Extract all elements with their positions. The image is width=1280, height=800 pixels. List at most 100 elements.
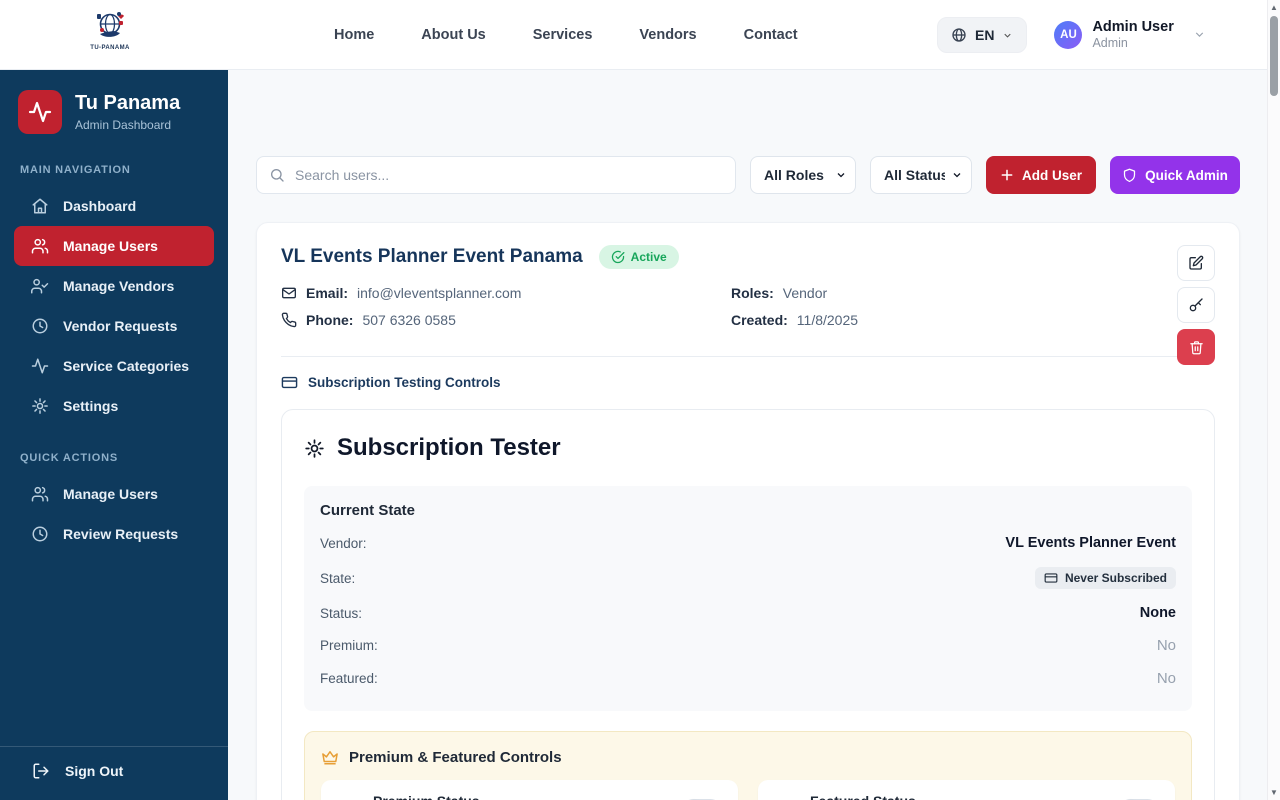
user-card: VL Events Planner Event Panama Active Em…: [256, 222, 1240, 800]
main-navigation-label: MAIN NAVIGATION: [20, 164, 131, 176]
status-badge-label: Active: [630, 250, 667, 264]
user-menu[interactable]: AU Admin User Admin: [1054, 19, 1205, 51]
main-content: All Roles All Status Add User Quick Admi…: [228, 70, 1280, 800]
state-row-state: State: Never Subscribed: [320, 559, 1176, 597]
globe-icon: [952, 28, 966, 42]
sidebar-item-settings[interactable]: Settings: [14, 386, 214, 426]
email-value: info@vleventsplanner.com: [357, 285, 522, 301]
created-label: Created:: [731, 312, 788, 328]
state-row-status: Status: None: [320, 597, 1176, 629]
vertical-scrollbar[interactable]: ▲ ▼: [1267, 0, 1280, 800]
sidebar: Tu Panama Admin Dashboard MAIN NAVIGATIO…: [0, 70, 228, 800]
crown-icon: [322, 751, 338, 765]
premium-featured-panel: Premium & Featured Controls Premium Stat…: [304, 731, 1192, 800]
scrollbar-thumb[interactable]: [1270, 16, 1278, 96]
user-details: Email: info@vleventsplanner.com Roles: V…: [281, 285, 1215, 328]
sidebar-brand: Tu Panama Admin Dashboard: [0, 70, 228, 148]
envelope-icon: [282, 287, 296, 299]
featured-status-card: Featured Status Not featured: [758, 780, 1175, 800]
sidebar-item-vendor-requests[interactable]: Vendor Requests: [14, 306, 214, 346]
scroll-up-arrow-icon[interactable]: ▲: [1268, 3, 1280, 12]
badge-label: Never Subscribed: [1064, 571, 1167, 585]
reset-password-button[interactable]: [1177, 287, 1215, 323]
logout-icon: [33, 763, 49, 779]
user-name: Admin User: [1092, 18, 1174, 35]
add-user-label: Add User: [1021, 167, 1082, 183]
sidebar-item-label: Vendor Requests: [63, 318, 178, 334]
scroll-down-arrow-icon[interactable]: ▼: [1268, 788, 1280, 797]
sidebar-item-review-requests[interactable]: Review Requests: [14, 514, 214, 554]
state-row-premium: Premium: No: [320, 629, 1176, 662]
sidebar-item-service-categories[interactable]: Service Categories: [14, 346, 214, 386]
chevron-down-icon: [1004, 33, 1012, 38]
subscription-section-label: Subscription Testing Controls: [281, 374, 1215, 391]
sign-out-button[interactable]: Sign Out: [20, 762, 208, 780]
sidebar-item-dashboard[interactable]: Dashboard: [14, 186, 214, 226]
created-row: Created: 11/8/2025: [731, 312, 1215, 328]
site-logo[interactable]: TU-PANAMA: [88, 8, 132, 51]
email-row: Email: info@vleventsplanner.com: [281, 285, 731, 301]
user-check-icon: [31, 278, 49, 294]
row-value: None: [1139, 605, 1176, 621]
state-row-featured: Featured: No: [320, 662, 1176, 695]
nav-link-home[interactable]: Home: [334, 27, 374, 43]
roles-select[interactable]: All Roles: [750, 156, 856, 194]
credit-card-icon: [281, 376, 298, 389]
tu-panama-emblem-icon: [97, 12, 124, 37]
user-card-title: VL Events Planner Event Panama: [281, 246, 583, 267]
nav-link-contact[interactable]: Contact: [744, 27, 798, 43]
trash-icon: [1189, 340, 1203, 354]
user-role: Admin: [1092, 36, 1128, 51]
state-row-vendor: Vendor: VL Events Planner Event: [320, 527, 1176, 559]
phone-value: 507 6326 0585: [362, 312, 456, 328]
sidebar-item-label: Manage Users: [63, 238, 158, 254]
delete-user-button[interactable]: [1177, 329, 1215, 365]
row-label: Premium:: [320, 638, 378, 653]
activity-icon: [28, 101, 52, 123]
sidebar-footer: Sign Out: [0, 746, 228, 792]
created-value: 11/8/2025: [796, 312, 859, 328]
filter-row: All Roles All Status Add User Quick Admi…: [256, 156, 1240, 194]
row-value: No: [1156, 670, 1176, 687]
logo-text: TU-PANAMA: [90, 45, 130, 51]
activity-icon: [31, 358, 49, 374]
quick-admin-button[interactable]: Quick Admin: [1110, 156, 1240, 194]
users-icon: [31, 486, 49, 502]
language-code: EN: [975, 27, 995, 43]
nav-link-about[interactable]: About Us: [421, 27, 485, 43]
search-input[interactable]: [256, 156, 736, 194]
sidebar-item-manage-vendors[interactable]: Manage Vendors: [14, 266, 214, 306]
edit-user-button[interactable]: [1177, 245, 1215, 281]
edit-icon: [1189, 255, 1204, 270]
phone-row: Phone: 507 6326 0585: [281, 312, 731, 328]
quick-admin-label: Quick Admin: [1145, 167, 1228, 183]
language-selector[interactable]: EN: [937, 17, 1028, 53]
home-icon: [32, 198, 48, 214]
nav-link-vendors[interactable]: Vendors: [639, 27, 696, 43]
add-user-button[interactable]: Add User: [986, 156, 1096, 194]
sidebar-item-quick-manage-users[interactable]: Manage Users: [14, 474, 214, 514]
sidebar-item-label: Manage Vendors: [63, 278, 175, 294]
clock-icon: [32, 526, 48, 542]
subscription-tester-card: Subscription Tester Current State Vendor…: [281, 409, 1215, 800]
email-label: Email:: [306, 285, 349, 301]
featured-status-title: Featured Status: [810, 793, 916, 800]
roles-value: Vendor: [782, 285, 828, 301]
status-filter: All Status: [870, 156, 972, 194]
sidebar-item-label: Review Requests: [63, 526, 179, 542]
brand-subtitle: Admin Dashboard: [75, 118, 172, 132]
row-label: Featured:: [320, 671, 378, 686]
check-circle-icon: [611, 250, 625, 264]
current-state-title: Current State: [320, 502, 416, 519]
phone-label: Phone:: [306, 312, 354, 328]
sidebar-item-manage-users[interactable]: Manage Users: [14, 226, 214, 266]
avatar: AU: [1054, 20, 1083, 49]
divider: [281, 356, 1215, 357]
nav-link-services[interactable]: Services: [533, 27, 593, 43]
premium-status-card: Premium Status Standard account: [321, 780, 738, 800]
phone-icon: [281, 312, 297, 328]
status-select[interactable]: All Status: [870, 156, 972, 194]
roles-row: Roles: Vendor: [731, 285, 1215, 301]
row-value: VL Events Planner Event: [1005, 535, 1176, 551]
clock-icon: [32, 318, 48, 334]
